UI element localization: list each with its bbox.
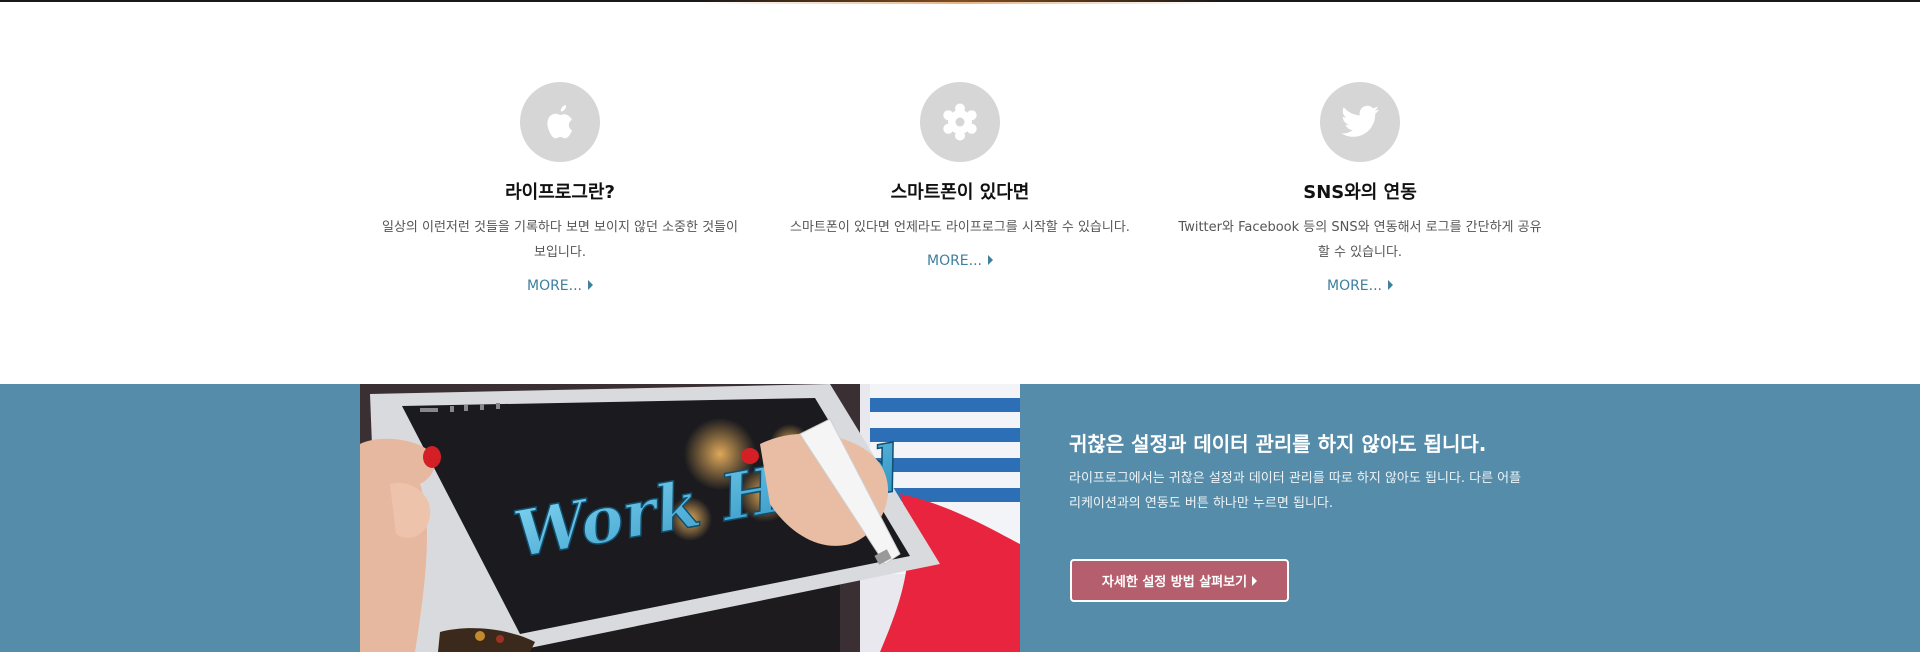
features-section: 라이프로그란? 일상의 이런저런 것들을 기록하다 보면 보이지 않던 소중한 …: [0, 2, 1920, 384]
gear-icon: [943, 103, 977, 141]
caret-right-icon: [1252, 575, 1258, 586]
more-label: MORE...: [526, 278, 583, 294]
setup-guide-button-label: 자세한 설정 방법 살펴보기: [1101, 575, 1248, 590]
twitter-icon: [1341, 105, 1379, 137]
feature-title: SNS와의 연동: [1303, 182, 1417, 203]
promo-text-block: 귀찮은 설정과 데이터 관리를 하지 않아도 됩니다. 라이프로그에서는 귀찮은…: [1069, 430, 1529, 516]
more-link-sns[interactable]: MORE...: [1326, 275, 1394, 297]
promo-band: Work Hard 귀찮은 설정과 데이터 관리를 하지 않아도 됩니다. 라이…: [0, 384, 1920, 652]
feature-description: Twitter와 Facebook 등의 SNS와 연동해서 로그를 간단하게 …: [1178, 220, 1542, 260]
promo-title: 귀찮은 설정과 데이터 관리를 하지 않아도 됩니다.: [1069, 432, 1487, 456]
promo-description: 라이프로그에서는 귀찮은 설정과 데이터 관리를 따로 하지 않아도 됩니다. …: [1069, 471, 1522, 511]
feature-title: 라이프로그란?: [505, 182, 615, 203]
caret-right-icon: [988, 255, 994, 265]
more-link-smartphone[interactable]: MORE...: [926, 250, 994, 272]
setup-guide-button[interactable]: 자세한 설정 방법 살펴보기: [1070, 559, 1289, 602]
more-label: MORE...: [926, 253, 983, 269]
feature-icon-circle: [920, 82, 1000, 162]
feature-description: 스마트폰이 있다면 언제라도 라이프로그를 시작할 수 있습니다.: [790, 220, 1130, 235]
feature-description: 일상의 이런저런 것들을 기록하다 보면 보이지 않던 소중한 것들이 보입니다…: [382, 220, 738, 260]
feature-card-smartphone: 스마트폰이 있다면 스마트폰이 있다면 언제라도 라이프로그를 시작할 수 있습…: [770, 82, 1150, 272]
caret-right-icon: [588, 280, 594, 290]
feature-card-sns: SNS와의 연동 Twitter와 Facebook 등의 SNS와 연동해서 …: [1170, 82, 1550, 297]
more-label: MORE...: [1326, 278, 1383, 294]
feature-card-lifelog: 라이프로그란? 일상의 이런저런 것들을 기록하다 보면 보이지 않던 소중한 …: [370, 82, 750, 297]
more-link-lifelog[interactable]: MORE...: [526, 275, 594, 297]
caret-right-icon: [1388, 280, 1394, 290]
feature-icon-circle: [520, 82, 600, 162]
apple-icon: [547, 105, 572, 139]
feature-title: 스마트폰이 있다면: [890, 182, 1030, 203]
tablet-photo: Work Hard: [360, 384, 1020, 652]
feature-icon-circle: [1320, 82, 1400, 162]
